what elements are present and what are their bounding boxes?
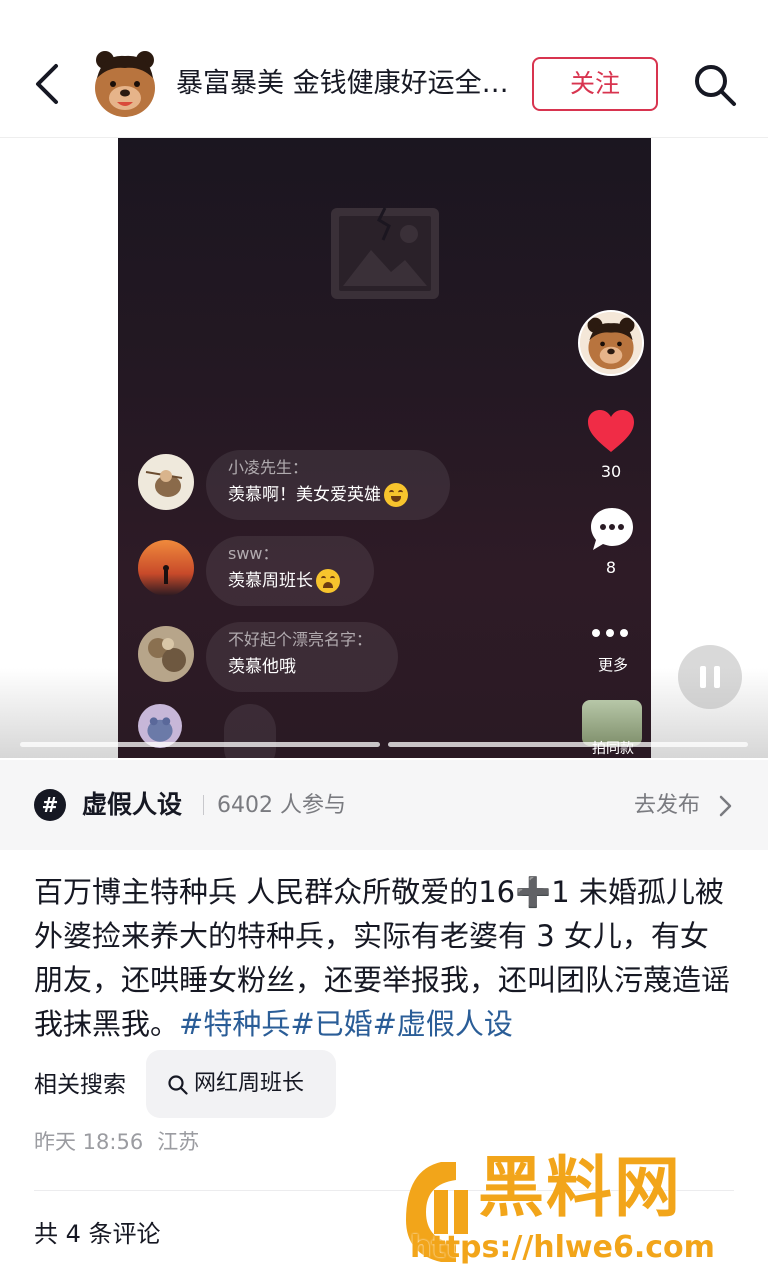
topic-bar[interactable]: # 虚假人设 6402 人参与 去发布 xyxy=(0,760,768,850)
author-avatar[interactable] xyxy=(91,48,159,120)
post-location: 江苏 xyxy=(157,1130,200,1154)
comment-text: 羡慕他哦 xyxy=(228,657,296,677)
go-publish-link[interactable]: 去发布 xyxy=(634,789,700,823)
comment-text: 羡慕啊！美女爱英雄 xyxy=(228,485,381,505)
chevron-right-icon xyxy=(719,795,732,817)
comment-count: 8 xyxy=(605,558,617,577)
image-placeholder-icon xyxy=(331,207,439,299)
follow-button[interactable]: 关注 xyxy=(532,57,658,111)
top-bar: 暴富暴美 金钱健康好运全… 关注 xyxy=(0,0,768,138)
post-time: 昨天 18:56 xyxy=(34,1130,144,1154)
pause-icon xyxy=(700,666,706,688)
more-label[interactable]: 更多 xyxy=(580,654,646,675)
more-dots-icon[interactable] xyxy=(592,622,634,637)
related-search-chip[interactable]: 网红周班长 xyxy=(146,1050,336,1118)
cry-emoji-icon xyxy=(316,569,340,593)
laugh-cry-emoji-icon xyxy=(384,483,408,507)
commenter-name: 不好起个漂亮名字： xyxy=(228,630,373,649)
commenter-name: 小凌先生： xyxy=(228,458,309,477)
post-description: 百万博主特种兵 人民群众所敬爱的16➕1 未婚孤儿被外婆捡来养大的特种兵，实际有… xyxy=(34,870,734,1046)
comment-total: 共 4 条评论 xyxy=(34,1220,161,1248)
related-search-query: 网红周班长 xyxy=(194,1071,305,1096)
watermark-url: https://hlwe6.com xyxy=(410,1230,715,1265)
topic-name[interactable]: 虚假人设 xyxy=(82,787,182,823)
like-count: 30 xyxy=(600,462,622,481)
hashtag-icon: # xyxy=(34,789,66,821)
comment-text: 羡慕周班长 xyxy=(228,571,313,591)
same-style-label[interactable]: 拍同款 xyxy=(578,738,648,758)
author-name[interactable]: 暴富暴美 金钱健康好运全… xyxy=(176,66,516,102)
commenter-name: sww： xyxy=(228,544,279,563)
search-icon[interactable] xyxy=(692,62,738,108)
progress-segment[interactable] xyxy=(20,742,380,747)
progress-segment[interactable] xyxy=(388,742,748,747)
commenter-avatar[interactable] xyxy=(138,540,194,596)
back-arrow-icon[interactable] xyxy=(30,62,70,106)
pause-button[interactable] xyxy=(678,645,742,709)
search-icon xyxy=(168,1075,188,1095)
related-search-label: 相关搜索 xyxy=(34,1072,126,1098)
comment-bubble-icon[interactable] xyxy=(589,506,635,552)
hashtags[interactable]: #特种兵#已婚#虚假人设 xyxy=(179,1007,513,1041)
commenter-avatar[interactable] xyxy=(138,454,194,510)
watermark-brand: 黑料网 xyxy=(478,1149,682,1226)
creator-avatar[interactable] xyxy=(578,310,644,376)
video-player[interactable]: 小凌先生： 羡慕啊！美女爱英雄 sww： 羡慕周班长 不好起个漂亮名字： 羡慕他… xyxy=(118,138,651,758)
divider xyxy=(203,795,204,815)
post-meta: 昨天 18:56 江苏 xyxy=(34,1126,199,1158)
commenter-avatar[interactable] xyxy=(138,626,194,682)
topic-participants: 6402 人参与 xyxy=(217,793,346,818)
heart-icon[interactable] xyxy=(588,410,634,454)
